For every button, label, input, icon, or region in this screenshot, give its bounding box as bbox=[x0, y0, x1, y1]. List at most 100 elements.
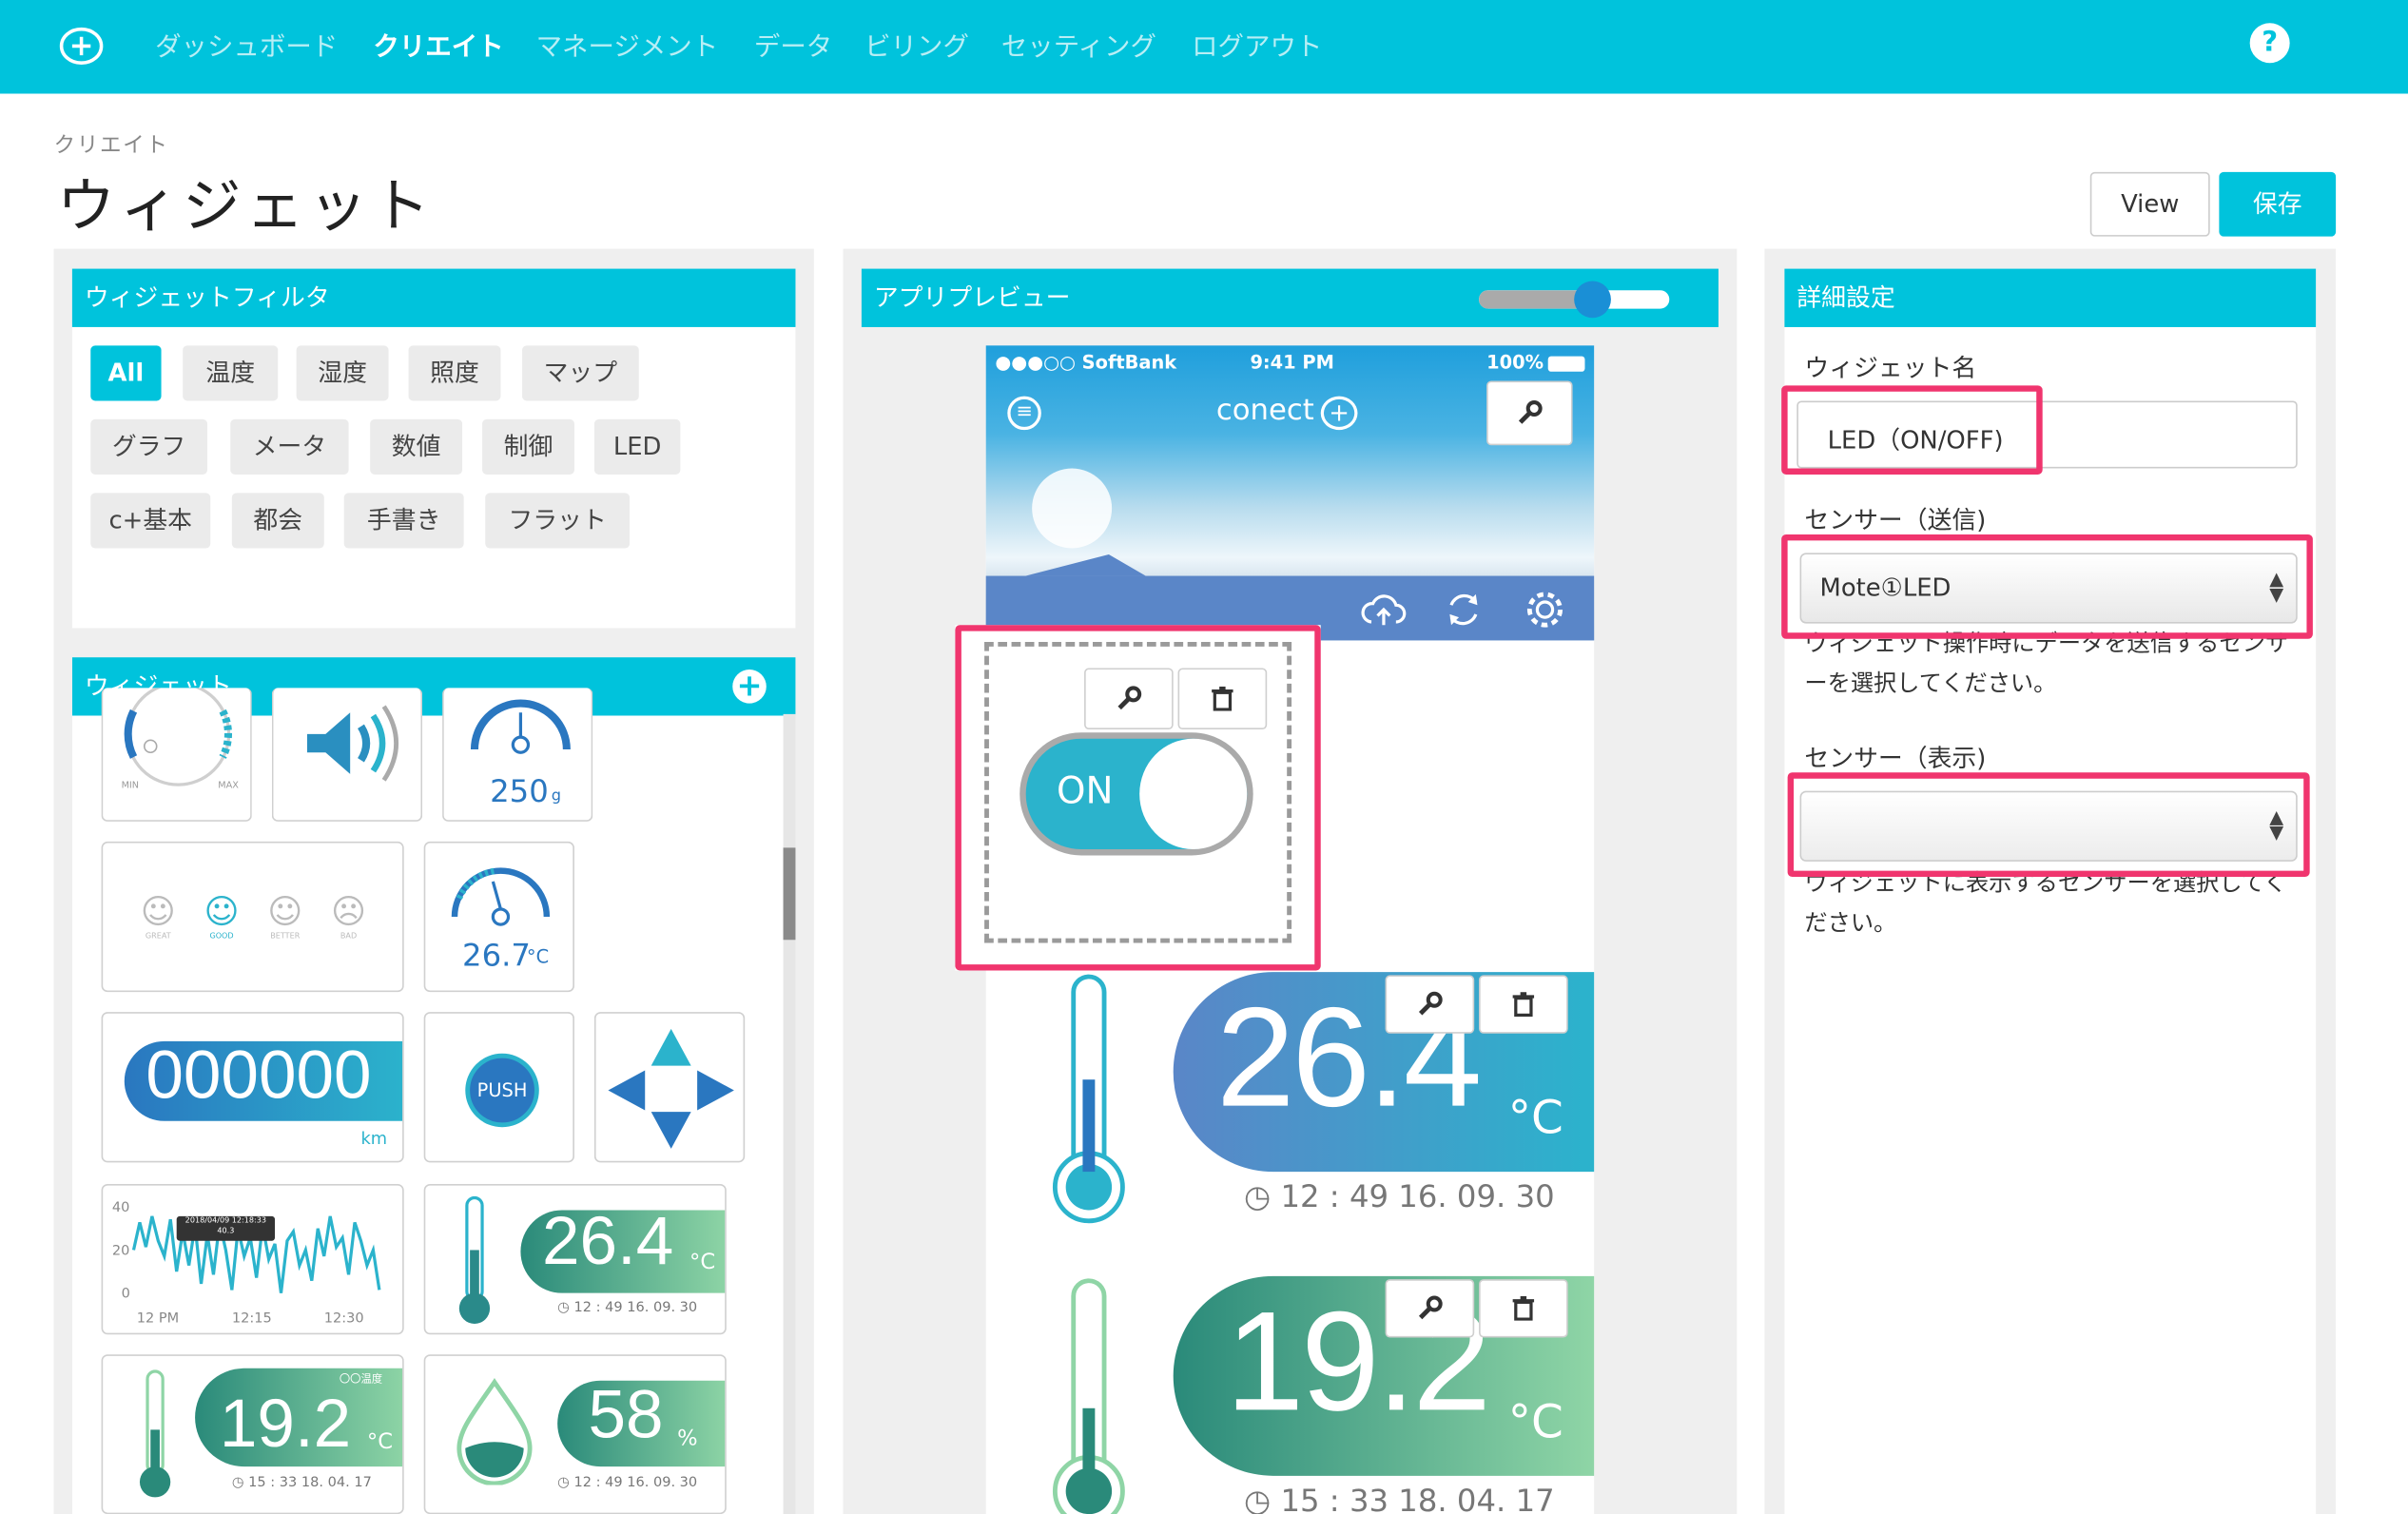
counter-unit: km bbox=[360, 1128, 388, 1149]
help-icon[interactable]: ? bbox=[2249, 23, 2290, 64]
toggle-knob[interactable] bbox=[1139, 738, 1248, 849]
filter-chip-c-plus-basic[interactable]: c+基本 bbox=[90, 493, 211, 549]
filter-chip-all[interactable]: All bbox=[90, 345, 162, 401]
line-graph-widget-tile[interactable]: 40 20 0 2018/04/09 12:18:33 40.3 12 PM 12… bbox=[101, 1184, 404, 1335]
widget-edit-wrench-icon[interactable] bbox=[1385, 1279, 1475, 1338]
filter-chip-illuminance[interactable]: 照度 bbox=[408, 345, 501, 401]
gear-icon[interactable] bbox=[1524, 588, 1566, 631]
nav-item-management[interactable]: マネージメント bbox=[536, 25, 719, 63]
filter-chip-graph[interactable]: グラフ bbox=[90, 418, 207, 475]
moon-icon bbox=[1032, 468, 1113, 549]
menu-icon[interactable]: ≡ bbox=[1007, 396, 1041, 431]
widget-delete-trash-icon[interactable] bbox=[1177, 668, 1268, 730]
face-great[interactable]: ☺ GREAT bbox=[130, 894, 185, 941]
scale-unit: g bbox=[551, 787, 561, 806]
temperature-value: 19.2 bbox=[219, 1387, 352, 1463]
filter-chip-map[interactable]: マップ bbox=[522, 345, 639, 401]
detail-panel-title: 詳細設定 bbox=[1784, 268, 2317, 327]
nav-item-data[interactable]: データ bbox=[754, 25, 832, 63]
filter-chip-temperature[interactable]: 温度 bbox=[183, 345, 279, 401]
filter-chip-meter[interactable]: メータ bbox=[230, 418, 349, 475]
humidity-unit: % bbox=[677, 1427, 698, 1451]
filter-chip-control[interactable]: 制御 bbox=[482, 418, 574, 475]
filter-chip-flat[interactable]: フラット bbox=[485, 493, 631, 549]
temperature-widget-tile-2[interactable]: 〇〇温度 19.2 °C ◷ 15 : 33 18. 04. 17 bbox=[101, 1354, 404, 1514]
face-bad[interactable]: ☹ BAD bbox=[320, 894, 376, 941]
save-button[interactable]: 保存 bbox=[2219, 171, 2337, 237]
nav-item-dashboard[interactable]: ダッシュボード bbox=[155, 25, 338, 63]
face-better[interactable]: ☺ BETTER bbox=[258, 894, 313, 941]
humidity-widget-tile[interactable]: 58 % ◷ 12 : 49 16. 09. 30 bbox=[423, 1354, 727, 1514]
graph-y-label-20: 20 bbox=[111, 1243, 130, 1260]
widget-list-scrollbar[interactable] bbox=[783, 713, 796, 1514]
scale-widget-tile[interactable]: 250 g bbox=[442, 688, 593, 822]
meter-unit: °C bbox=[526, 945, 550, 968]
filter-chip-humidity[interactable]: 湿度 bbox=[296, 345, 389, 401]
face-good[interactable]: ☺ GOOD bbox=[194, 894, 249, 941]
graph-y-label-40: 40 bbox=[111, 1200, 130, 1216]
filter-chip-handwritten[interactable]: 手書き bbox=[343, 493, 464, 549]
water-drop-icon bbox=[456, 1378, 533, 1485]
widget-edit-wrench-icon[interactable] bbox=[1084, 668, 1174, 730]
speaker-widget-tile[interactable] bbox=[271, 688, 423, 822]
counter-widget-tile[interactable]: 000000 km bbox=[101, 1012, 404, 1163]
battery-icon bbox=[1547, 356, 1585, 372]
refresh-icon[interactable] bbox=[1444, 590, 1484, 630]
filter-chip-number[interactable]: 数値 bbox=[370, 418, 463, 475]
highlight-box-name bbox=[1781, 385, 2043, 475]
nav-item-create[interactable]: クリエイト bbox=[373, 25, 503, 63]
toggle-label: ON bbox=[1056, 769, 1114, 813]
graph-x-label-3: 12:30 bbox=[323, 1311, 364, 1328]
app-settings-wrench-icon[interactable] bbox=[1486, 380, 1573, 446]
nav-item-settings[interactable]: セッティング bbox=[1001, 25, 1156, 63]
thermometer-icon bbox=[1052, 1278, 1125, 1514]
widget-name-label: ウィジェット名 bbox=[1804, 353, 1977, 383]
highlight-box-display-sensor bbox=[1787, 772, 2310, 878]
view-button[interactable]: View bbox=[2089, 171, 2210, 237]
nav-item-billing[interactable]: ビリング bbox=[864, 25, 969, 63]
status-carrier: ●●●○○ SoftBank bbox=[995, 351, 1177, 374]
knob-widget-tile[interactable]: MIN MAX bbox=[101, 688, 252, 822]
temperature-value: 26.4 bbox=[542, 1204, 674, 1280]
push-button[interactable]: PUSH bbox=[465, 1053, 539, 1128]
add-widget-icon[interactable]: + bbox=[732, 669, 767, 704]
filter-panel-title: ウィジェットフィルタ bbox=[71, 268, 796, 327]
filter-chip-urban[interactable]: 都会 bbox=[231, 493, 324, 549]
widget-delete-trash-icon[interactable] bbox=[1479, 1279, 1568, 1338]
widget-delete-trash-icon[interactable] bbox=[1479, 975, 1568, 1034]
filter-chip-led[interactable]: LED bbox=[593, 418, 681, 475]
conect-logo-icon[interactable] bbox=[58, 26, 104, 66]
temperature-unit: °C bbox=[366, 1429, 394, 1455]
nav-item-logout[interactable]: ログアウト bbox=[1192, 25, 1322, 63]
temperature-time: ◷ 15 : 33 18. 04. 17 bbox=[231, 1475, 372, 1491]
app-logo: conect bbox=[1215, 393, 1314, 427]
send-sensor-label: センサー（送信) bbox=[1804, 505, 1987, 534]
graph-y-label-0: 0 bbox=[121, 1287, 130, 1303]
push-button-widget-tile[interactable]: PUSH bbox=[423, 1012, 574, 1163]
preview-temperature-time: ◷ 12 : 49 16. 09. 30 bbox=[1243, 1177, 1555, 1215]
humidity-value: 58 bbox=[588, 1377, 664, 1453]
widget-edit-wrench-icon[interactable] bbox=[1385, 975, 1475, 1034]
temperature-tag: 〇〇温度 bbox=[339, 1372, 383, 1386]
temperature-time: ◷ 12 : 49 16. 09. 30 bbox=[557, 1300, 698, 1316]
page-title: ウィジェット bbox=[56, 171, 436, 240]
cloud-upload-icon[interactable] bbox=[1361, 588, 1407, 631]
thermometer-icon bbox=[1052, 974, 1125, 1224]
thermometer-icon bbox=[139, 1369, 171, 1498]
dpad-widget-tile[interactable] bbox=[593, 1012, 746, 1163]
meter-value: 26.7 bbox=[462, 937, 531, 974]
temperature-widget-tile-1[interactable]: 26.4 °C ◷ 12 : 49 16. 09. 30 bbox=[423, 1184, 727, 1335]
widget-list-scroll-thumb[interactable] bbox=[783, 847, 796, 941]
led-toggle-switch[interactable]: ON bbox=[1020, 732, 1253, 856]
breadcrumb[interactable]: クリエイト bbox=[54, 129, 169, 160]
graph-x-label-2: 12:15 bbox=[231, 1311, 272, 1328]
filter-panel: ウィジェットフィルタ All 温度 湿度 照度 マップ グラフ メータ 数値 制… bbox=[71, 268, 796, 629]
counter-value: 000000 bbox=[146, 1038, 372, 1114]
status-battery: 100% bbox=[1486, 351, 1544, 374]
thermometer-icon bbox=[458, 1195, 491, 1324]
preview-temperature-unit: °C bbox=[1507, 1092, 1563, 1146]
meter-widget-tile[interactable]: 26.7 °C bbox=[423, 841, 574, 993]
graph-x-label-1: 12 PM bbox=[136, 1311, 180, 1328]
knob-min-label: MIN bbox=[121, 780, 140, 791]
face-rating-widget-tile[interactable]: ☺ GREAT ☺ GOOD ☺ BETTER ☹ BAD bbox=[101, 841, 404, 993]
